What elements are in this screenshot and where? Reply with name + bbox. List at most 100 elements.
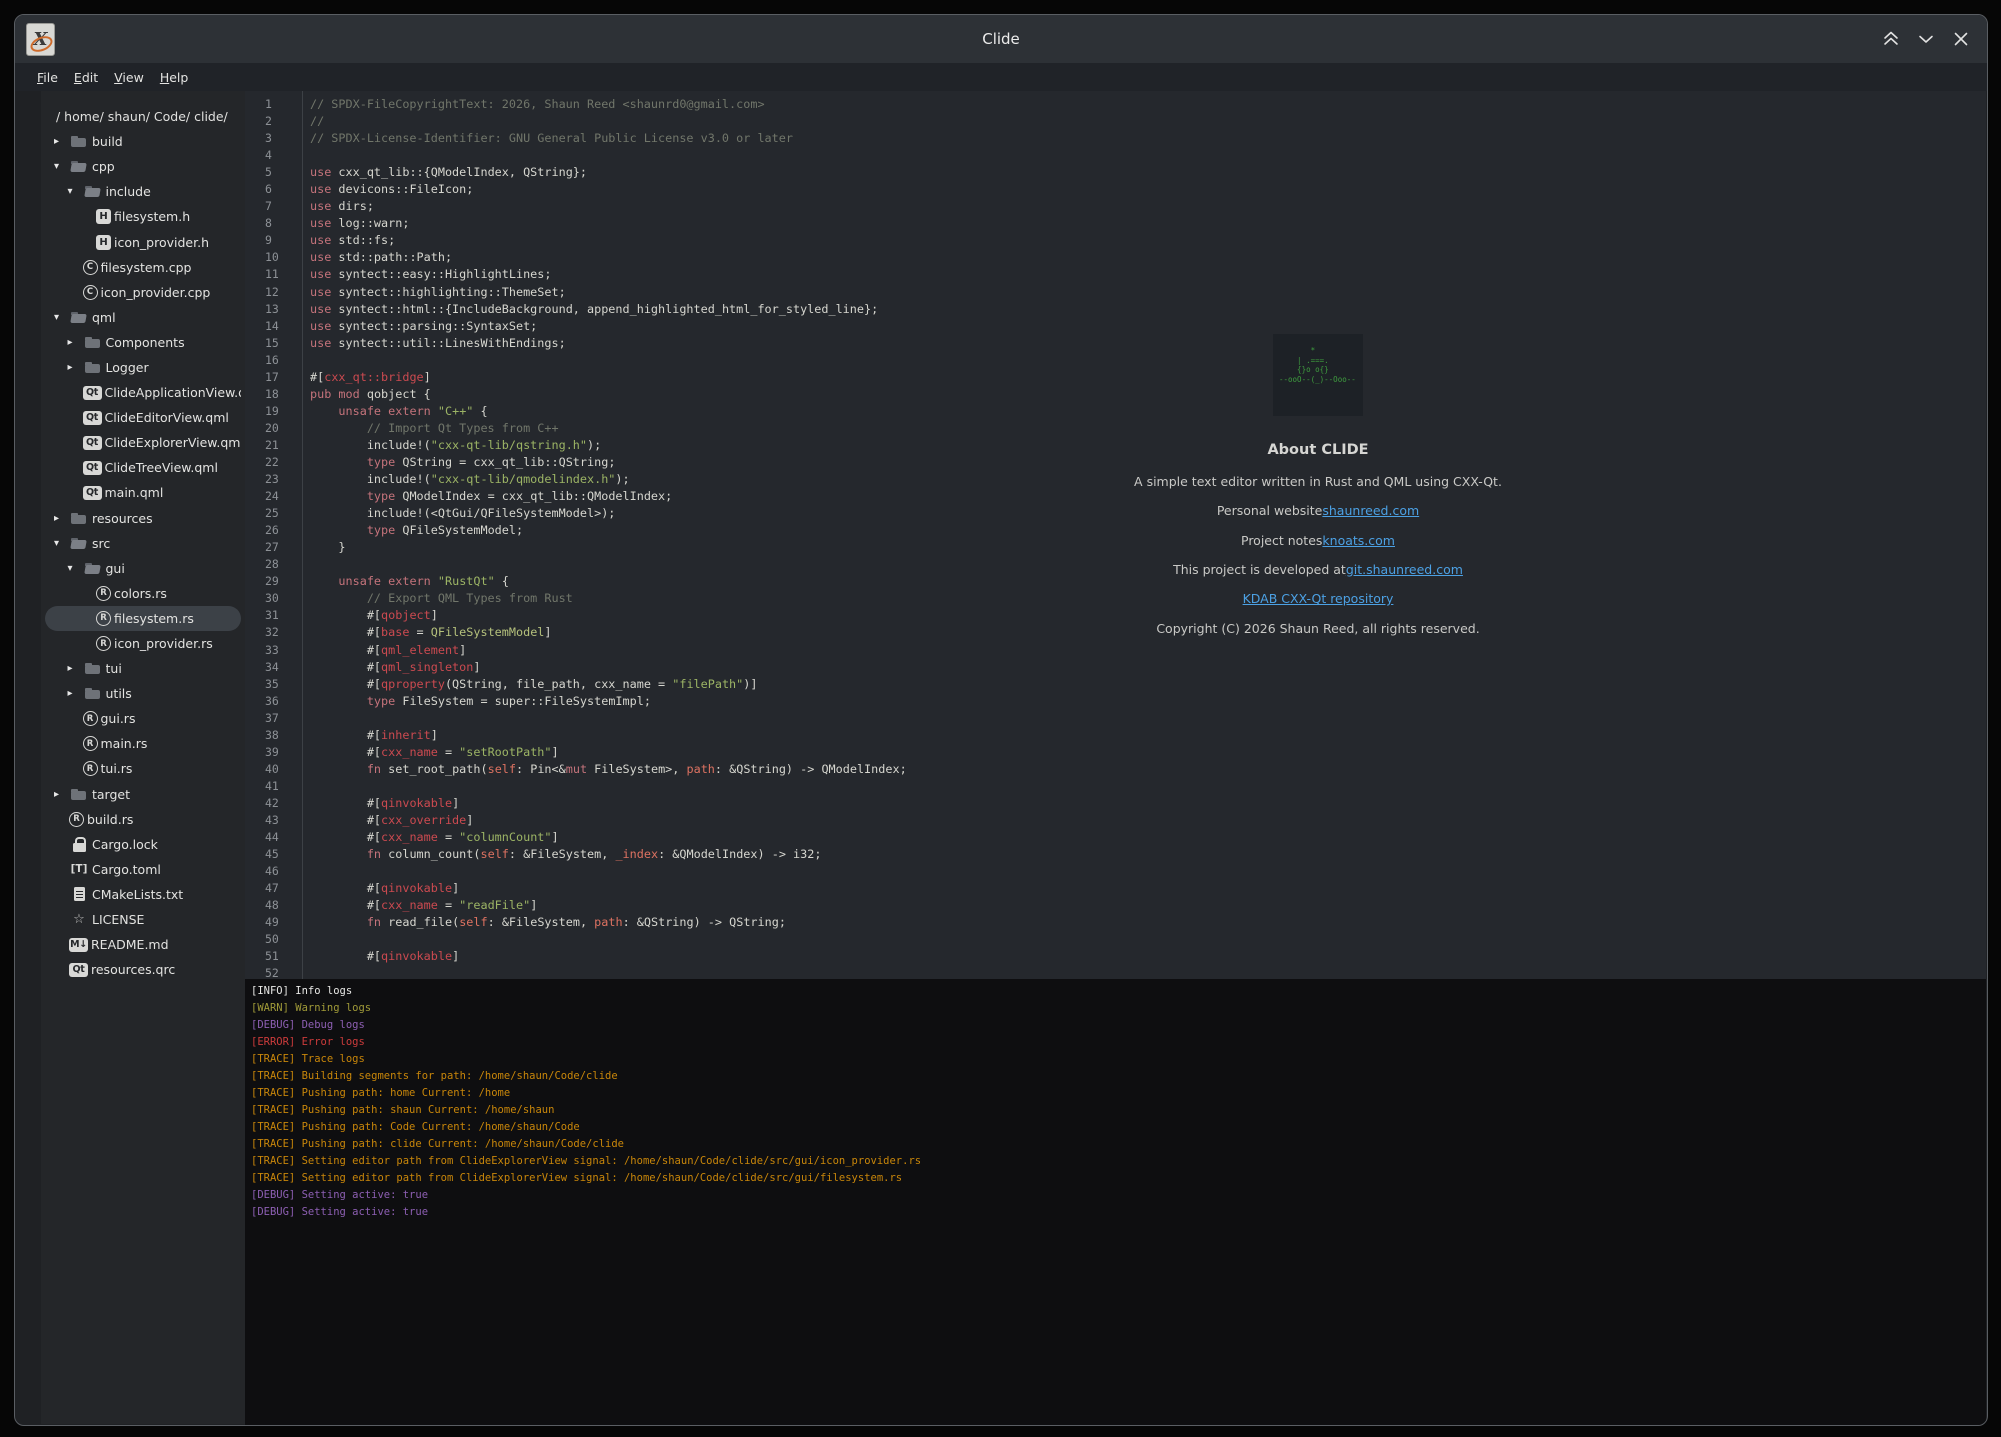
code-line[interactable]: 33 #[qml_element]: [245, 642, 1986, 659]
code-line[interactable]: 37: [245, 710, 1986, 727]
tree-item-build[interactable]: ▸build: [45, 129, 241, 154]
code-line[interactable]: 14use syntect::parsing::SyntaxSet;: [245, 318, 1986, 335]
code-line[interactable]: 39 #[cxx_name = "setRootPath"]: [245, 744, 1986, 761]
tree-item-Cargo.lock[interactable]: Cargo.lock: [45, 832, 241, 857]
menu-item-file[interactable]: File: [29, 68, 66, 87]
chevron-down-icon[interactable]: ▾: [54, 312, 69, 323]
star-icon: ☆: [69, 911, 89, 928]
code-line[interactable]: 7use dirs;: [245, 198, 1986, 215]
code-line[interactable]: 36 type FileSystem = super::FileSystemIm…: [245, 693, 1986, 710]
tree-item-resources[interactable]: ▸resources: [45, 506, 241, 531]
chevron-down-icon[interactable]: ▾: [68, 186, 83, 197]
tree-item-Components[interactable]: ▸Components: [45, 330, 241, 355]
about-link[interactable]: KDAB CXX-Qt repository: [1243, 591, 1394, 606]
tree-item-target[interactable]: ▸target: [45, 782, 241, 807]
tree-item-icon_provider.cpp[interactable]: Cicon_provider.cpp: [45, 280, 241, 305]
code-line[interactable]: 10use std::path::Path;: [245, 249, 1986, 266]
tree-item-icon_provider.rs[interactable]: Ricon_provider.rs: [45, 631, 241, 656]
tree-item-README.md[interactable]: M↓README.md: [45, 932, 241, 957]
log-panel[interactable]: [INFO] Info logs[WARN] Warning logs[DEBU…: [245, 979, 1986, 1425]
tree-item-src[interactable]: ▾src: [45, 531, 241, 556]
tree-item-include[interactable]: ▾include: [45, 179, 241, 204]
chevron-right-icon[interactable]: ▸: [68, 362, 83, 373]
tree-item-filesystem.rs[interactable]: Rfilesystem.rs: [45, 606, 241, 631]
about-link[interactable]: git.shaunreed.com: [1346, 562, 1463, 577]
code-line[interactable]: 35 #[qproperty(QString, file_path, cxx_n…: [245, 676, 1986, 693]
code-line[interactable]: 42 #[qinvokable]: [245, 795, 1986, 812]
chevron-right-icon[interactable]: ▸: [68, 688, 83, 699]
code-line[interactable]: 8use log::warn;: [245, 215, 1986, 232]
tree-item-colors.rs[interactable]: Rcolors.rs: [45, 581, 241, 606]
tree-item-tui[interactable]: ▸tui: [45, 656, 241, 681]
code-line[interactable]: 11use syntect::easy::HighlightLines;: [245, 266, 1986, 283]
chevron-right-icon[interactable]: ▸: [54, 136, 69, 147]
chevron-right-icon[interactable]: ▸: [68, 663, 83, 674]
tree-item-ClideApplicationView.qml[interactable]: QtClideApplicationView.qml: [45, 380, 241, 405]
tree-item-cpp[interactable]: ▾cpp: [45, 154, 241, 179]
code-line[interactable]: 45 fn column_count(self: &FileSystem, _i…: [245, 846, 1986, 863]
minimize-button[interactable]: [1914, 27, 1938, 51]
code-line[interactable]: 49 fn read_file(self: &FileSystem, path:…: [245, 914, 1986, 931]
tree-item-gui.rs[interactable]: Rgui.rs: [45, 706, 241, 731]
code-line[interactable]: 13use syntect::html::{IncludeBackground,…: [245, 301, 1986, 318]
menu-item-help[interactable]: Help: [152, 68, 197, 87]
line-number: 17: [245, 369, 294, 386]
code-line[interactable]: 5use cxx_qt_lib::{QModelIndex, QString};: [245, 164, 1986, 181]
code-line[interactable]: 47 #[qinvokable]: [245, 880, 1986, 897]
tree-item-gui[interactable]: ▾gui: [45, 556, 241, 581]
code-line[interactable]: 50: [245, 931, 1986, 948]
code-line[interactable]: 12use syntect::highlighting::ThemeSet;: [245, 284, 1986, 301]
code-line[interactable]: 3// SPDX-License-Identifier: GNU General…: [245, 130, 1986, 147]
tree-item-Cargo.toml[interactable]: [T]Cargo.toml: [45, 857, 241, 882]
tree-item-qml[interactable]: ▾qml: [45, 305, 241, 330]
tree-item-LICENSE[interactable]: ☆LICENSE: [45, 907, 241, 932]
code-line[interactable]: 2//: [245, 113, 1986, 130]
tree-item-ClideEditorView.qml[interactable]: QtClideEditorView.qml: [45, 405, 241, 430]
tree-item-utils[interactable]: ▸utils: [45, 681, 241, 706]
tree-item-tui.rs[interactable]: Rtui.rs: [45, 756, 241, 781]
code-line[interactable]: 38 #[inherit]: [245, 727, 1986, 744]
line-number: 13: [245, 301, 294, 318]
chevron-down-icon[interactable]: ▾: [54, 538, 69, 549]
chevron-down-icon[interactable]: ▾: [54, 161, 69, 172]
code-line[interactable]: 6use devicons::FileIcon;: [245, 181, 1986, 198]
tree-item-build.rs[interactable]: Rbuild.rs: [45, 807, 241, 832]
chevron-right-icon[interactable]: ▸: [68, 337, 83, 348]
code-line[interactable]: 52: [245, 965, 1986, 979]
folder-open-icon: [83, 560, 103, 577]
code-line[interactable]: 4: [245, 147, 1986, 164]
code-line[interactable]: 1// SPDX-FileCopyrightText: 2026, Shaun …: [245, 96, 1986, 113]
menu-item-edit[interactable]: Edit: [66, 68, 106, 87]
tree-item-main.qml[interactable]: Qtmain.qml: [45, 480, 241, 505]
log-message: Setting editor path from ClideExplorerVi…: [295, 1155, 921, 1167]
tree-item-resources.qrc[interactable]: Qtresources.qrc: [45, 957, 241, 982]
h-icon: H: [96, 235, 111, 250]
code-line[interactable]: 48 #[cxx_name = "readFile"]: [245, 897, 1986, 914]
about-link[interactable]: knoats.com: [1322, 533, 1395, 548]
menu-item-view[interactable]: View: [106, 68, 152, 87]
tree-item-filesystem.cpp[interactable]: Cfilesystem.cpp: [45, 255, 241, 280]
rs-icon: R: [96, 611, 111, 626]
tree-item-ClideExplorerView.qml[interactable]: QtClideExplorerView.qml: [45, 430, 241, 455]
shade-button[interactable]: [1879, 27, 1903, 51]
line-number: 49: [245, 914, 294, 931]
chevron-right-icon[interactable]: ▸: [54, 789, 69, 800]
tree-item-main.rs[interactable]: Rmain.rs: [45, 731, 241, 756]
code-line[interactable]: 46: [245, 863, 1986, 880]
tree-item-ClideTreeView.qml[interactable]: QtClideTreeView.qml: [45, 455, 241, 480]
chevron-right-icon[interactable]: ▸: [54, 513, 69, 524]
code-line[interactable]: 51 #[qinvokable]: [245, 948, 1986, 965]
tree-item-Logger[interactable]: ▸Logger: [45, 355, 241, 380]
tree-item-filesystem.h[interactable]: Hfilesystem.h: [45, 204, 241, 229]
chevron-down-icon[interactable]: ▾: [68, 563, 83, 574]
code-line[interactable]: 43 #[cxx_override]: [245, 812, 1986, 829]
close-button[interactable]: [1949, 27, 1973, 51]
tree-item-icon_provider.h[interactable]: Hicon_provider.h: [45, 229, 241, 254]
tree-item-CMakeLists.txt[interactable]: CMakeLists.txt: [45, 882, 241, 907]
about-link[interactable]: shaunreed.com: [1322, 503, 1419, 518]
code-line[interactable]: 34 #[qml_singleton]: [245, 659, 1986, 676]
code-line[interactable]: 9use std::fs;: [245, 232, 1986, 249]
code-line[interactable]: 40 fn set_root_path(self: Pin<&mut FileS…: [245, 761, 1986, 778]
code-line[interactable]: 44 #[cxx_name = "columnCount"]: [245, 829, 1986, 846]
code-line[interactable]: 41: [245, 778, 1986, 795]
